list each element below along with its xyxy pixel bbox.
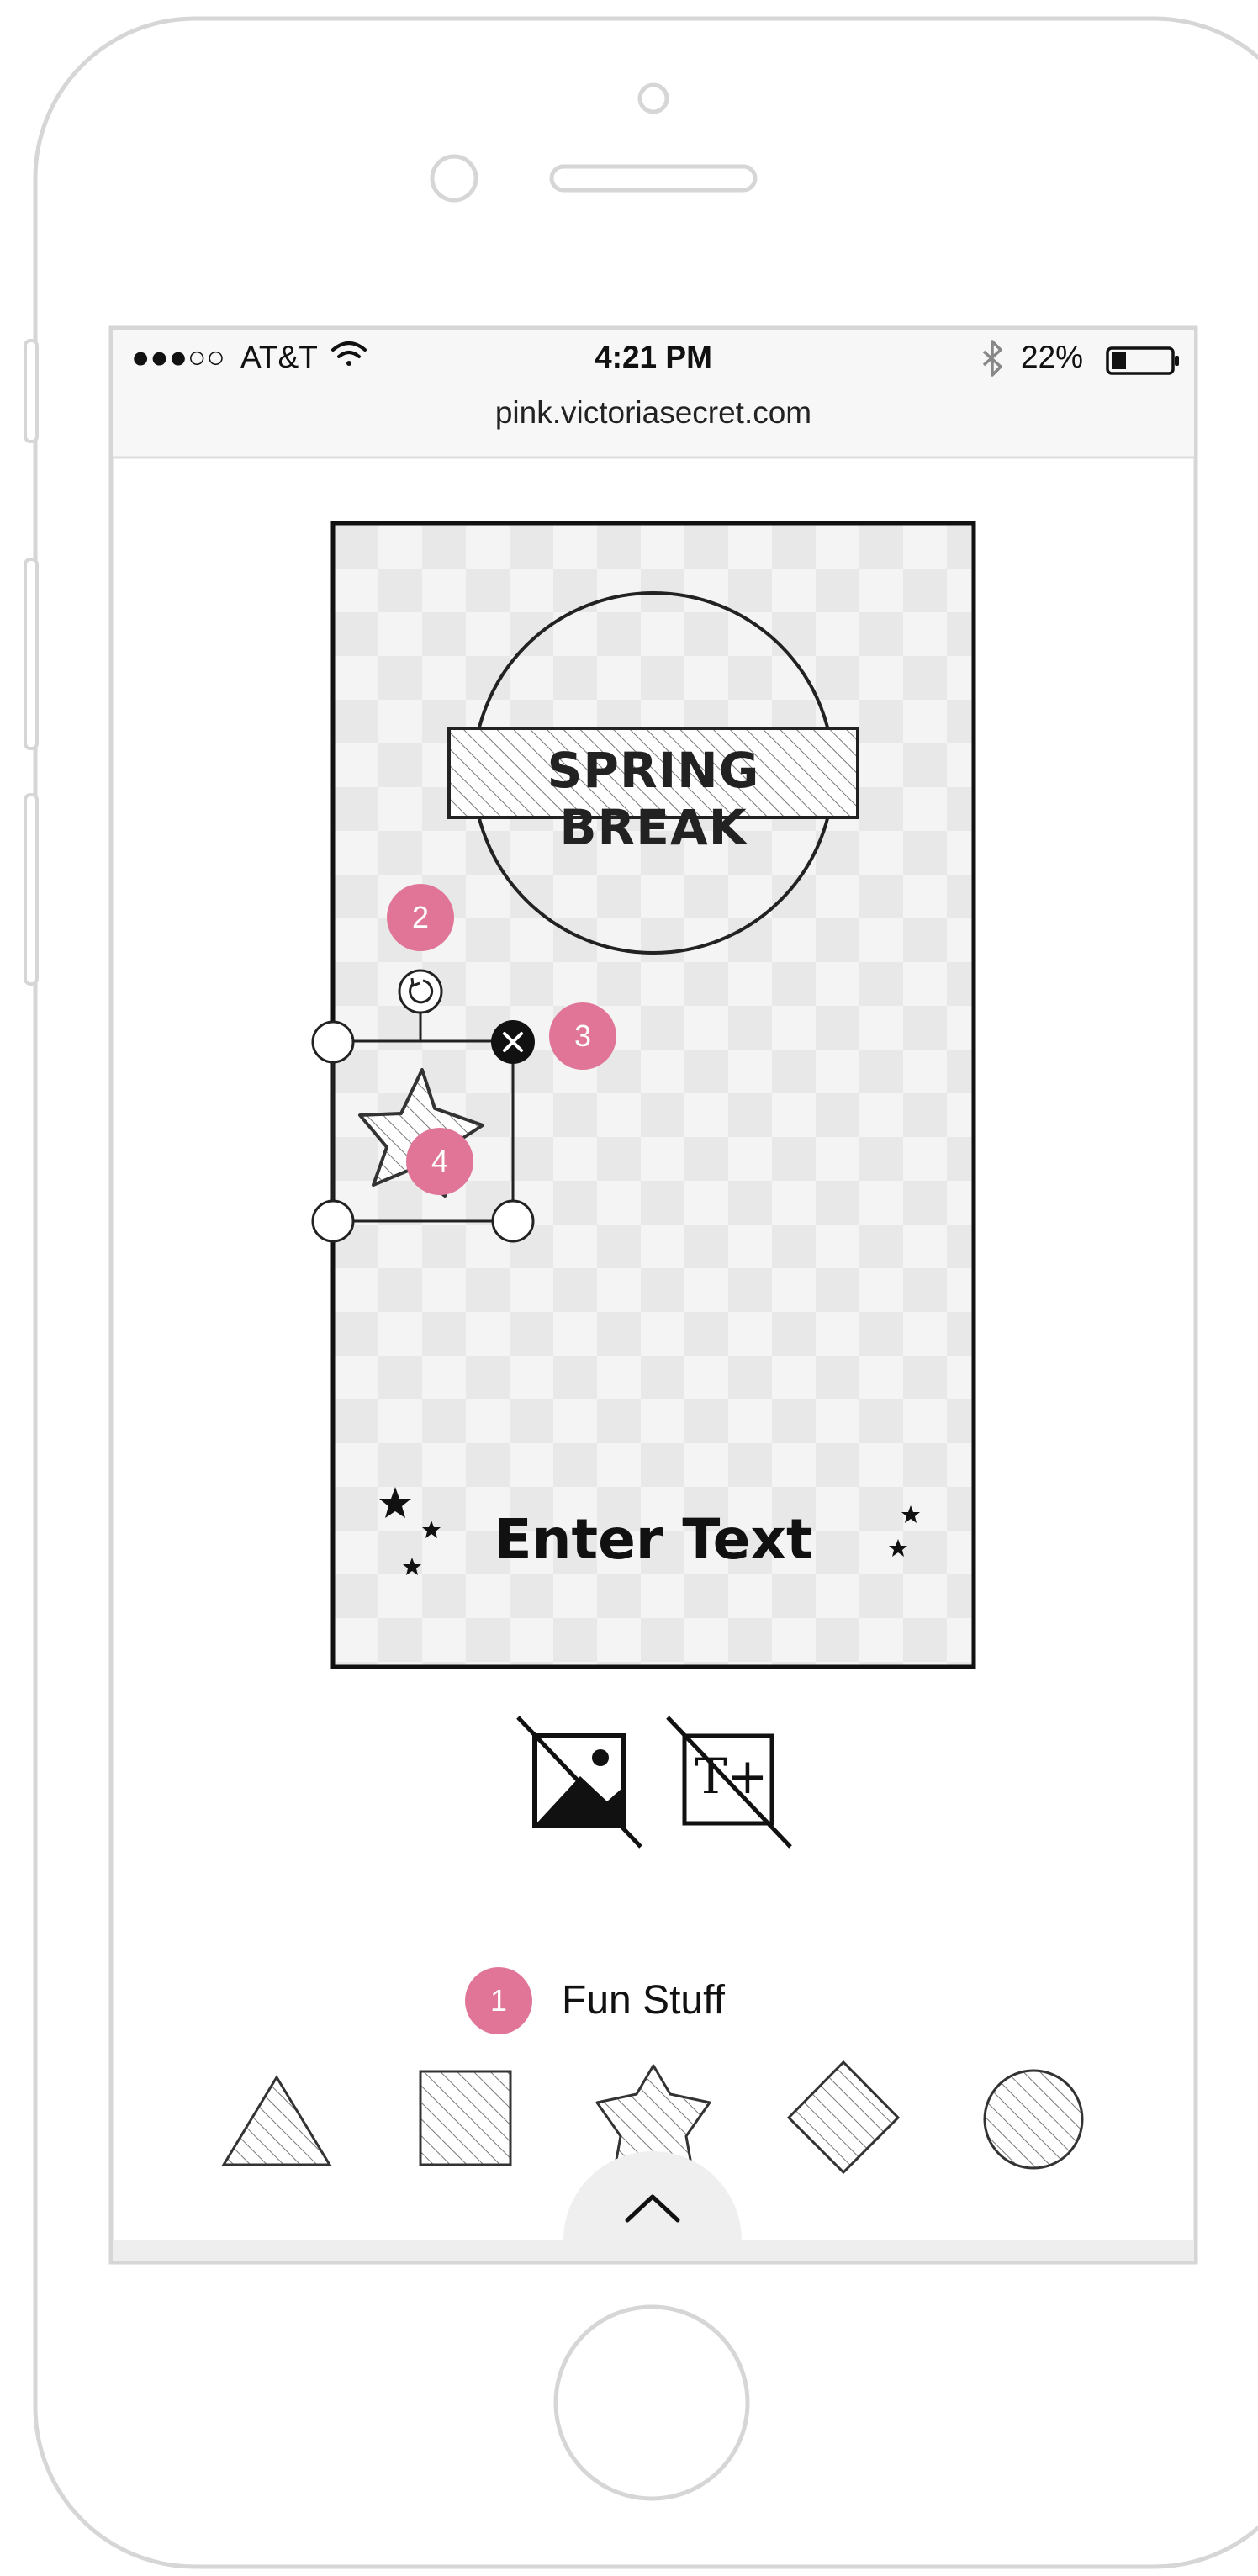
battery-percent: 22%	[1021, 340, 1084, 374]
annotation-marker-2: 2	[387, 884, 454, 951]
circle-sticker[interactable]	[983, 2069, 1084, 2170]
resize-handle-top-left[interactable]	[311, 1020, 355, 1064]
drawer-bar	[113, 2240, 1194, 2261]
phone-frame	[24, 16, 1258, 2569]
enter-text-field[interactable]: Enter Text	[333, 1507, 974, 1572]
fun-stuff-heading: Fun Stuff	[562, 1978, 725, 2023]
rotate-handle-icon[interactable]	[398, 969, 443, 1014]
volume-down-button	[24, 793, 39, 986]
annotation-marker-4: 4	[406, 1128, 473, 1195]
resize-handle-bottom-left[interactable]	[311, 1199, 355, 1243]
image-icon[interactable]	[516, 1716, 642, 1849]
delete-close-icon[interactable]	[491, 1020, 535, 1064]
square-sticker[interactable]	[419, 2070, 512, 2166]
resize-handle-bottom-right[interactable]	[491, 1199, 535, 1243]
annotation-marker-3: 3	[549, 1002, 616, 1070]
text-tool-glyph: T+	[695, 1748, 769, 1805]
volume-up-button	[24, 558, 39, 750]
address-bar-url[interactable]: pink.victoriasecret.com	[0, 395, 1258, 431]
spring-break-text[interactable]: SPRING BREAK	[449, 742, 858, 856]
annotation-marker-1: 1	[465, 1967, 532, 2034]
